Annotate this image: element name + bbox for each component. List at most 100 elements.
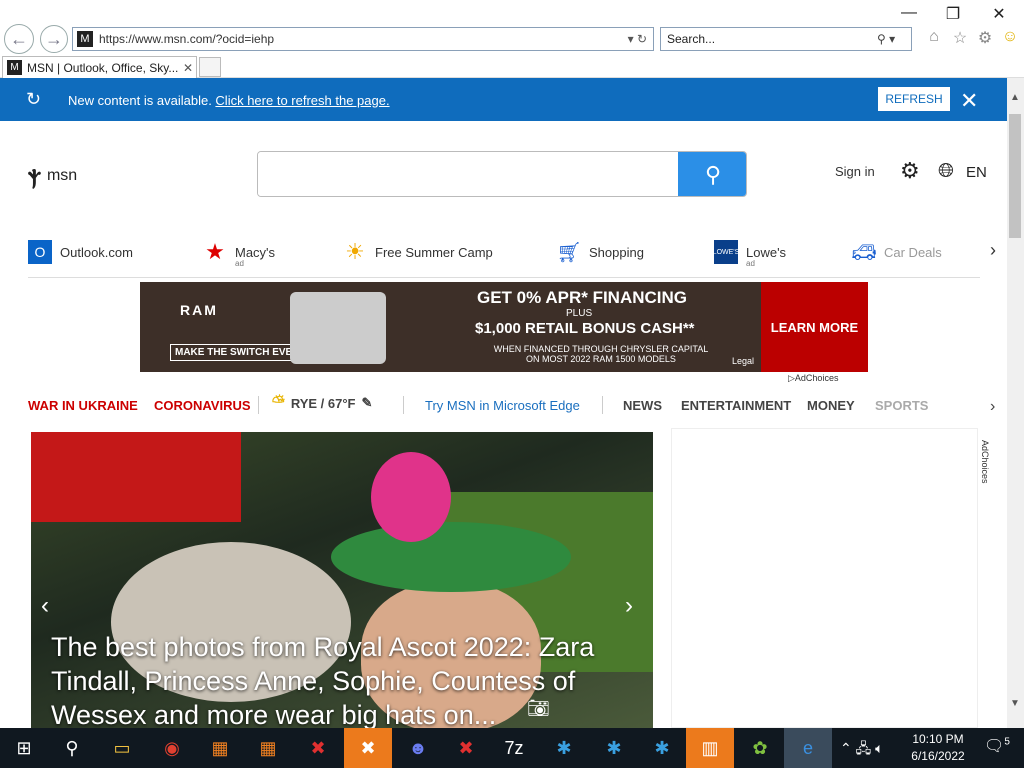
slideshow-next-icon[interactable]: › [625,592,633,620]
quicklink-label: Free Summer Camp [375,244,493,260]
browser-search-input[interactable]: Search... [667,32,877,46]
msn-butterfly-icon: ⲯ [28,162,41,189]
chart-app-icon[interactable]: ▥ [686,728,734,768]
scroll-up-icon[interactable]: ▲ [1010,92,1020,103]
slideshow-prev-icon[interactable]: ‹ [41,592,49,620]
msn-search-input[interactable] [258,152,678,196]
quicklink-shopping[interactable]: 🛒︎ Shopping [556,238,644,266]
clock[interactable]: 10:10 PM 6/16/2022 [896,731,980,765]
forward-button[interactable]: → [40,25,68,53]
quicklink-outlook[interactable]: O Outlook.com [28,238,133,266]
quicklink-macys[interactable]: ★ Macy's ad [203,238,275,268]
shopping-cart-icon: 🛒︎ [556,241,582,264]
sign-in-link[interactable]: Sign in [835,164,875,179]
learn-more-button[interactable]: LEARN MORE [761,282,868,372]
close-tab-icon[interactable]: ✕ [180,61,196,75]
system-tray[interactable]: ⌃ 🖧︎ 🔈︎ [840,738,884,762]
scroll-thumb[interactable] [1009,114,1021,238]
back-button[interactable]: ← [4,24,34,54]
msn-logo[interactable]: ⲯ msn [28,162,77,190]
adchoices-vertical[interactable]: AdChoices [980,440,990,484]
globe-icon[interactable]: 🌐︎ [938,160,954,183]
partly-cloudy-icon: ⛅︎ [272,394,285,411]
topic-entertainment[interactable]: ENTERTAINMENT [681,398,791,413]
browser-search-box[interactable]: Search... ⚲ ▾ [660,27,912,51]
divider [602,396,603,414]
restore-button[interactable]: ❐ [941,4,965,24]
ad-legal[interactable]: Legal [732,356,754,366]
vertical-scrollbar[interactable]: ▲ ▼ [1007,78,1024,728]
minimize-button[interactable]: — [897,4,921,22]
error-app-active-icon[interactable]: ✖ [344,728,392,768]
try-edge-link[interactable]: Try MSN in Microsoft Edge [425,398,580,413]
topic-money[interactable]: MONEY [807,398,855,413]
7zip-icon[interactable]: 7z [490,728,538,768]
ad-label: ad [235,259,244,268]
edit-pencil-icon[interactable]: ✎ [362,395,373,411]
divider [258,396,259,414]
error-app-icon[interactable]: ✖ [294,728,342,768]
tab-msn[interactable]: M MSN | Outlook, Office, Sky... ✕ [2,56,197,78]
topic-sports[interactable]: SPORTS [875,398,928,413]
quicklinks-next-icon[interactable]: › [990,240,996,261]
discord-icon[interactable]: ☻ [394,728,442,768]
truck-image [290,292,386,364]
notification-count: 5 [1004,736,1010,748]
address-tools[interactable]: ▾ ↻ [613,32,653,46]
home-icon[interactable]: ⌂ [924,28,944,48]
topic-coronavirus[interactable]: CORONAVIRUS [154,398,251,413]
file-explorer-icon[interactable]: ▭ [98,728,146,768]
topic-war-in-ukraine[interactable]: WAR IN UKRAINE [28,398,138,413]
new-tab-button[interactable] [199,57,221,77]
chrome-icon[interactable]: ◉ [148,728,196,768]
hero-image-part [31,432,241,522]
quicklink-car-deals[interactable]: 🚙︎ Car Deals [852,238,942,266]
smiley-feedback-icon[interactable]: ☺ [1000,28,1020,48]
app-icon[interactable]: ✿ [736,728,784,768]
refresh-link[interactable]: Click here to refresh the page. [215,93,389,108]
quicklink-lowes[interactable]: LOWE'S Lowe's ad [713,238,787,268]
msn-search-bar[interactable]: ⚲ [257,151,747,197]
msn-search-button[interactable]: ⚲ [678,152,746,196]
close-banner-icon[interactable]: ✕ [960,88,978,114]
msn-settings-gear-icon[interactable]: ⚙ [900,158,920,184]
internet-explorer-icon[interactable]: e [784,728,832,768]
topic-news[interactable]: NEWS [623,398,662,413]
divider [28,277,980,278]
language-selector[interactable]: EN [966,164,987,181]
topics-next-icon[interactable]: › [990,398,995,416]
app-globe-icon[interactable]: ✱ [590,728,638,768]
quicklink-summer-camp[interactable]: ☀ Free Summer Camp [343,238,493,266]
search-icon[interactable]: ⚲ ▾ [877,32,911,46]
dropdown-icon[interactable]: ▾ [628,32,634,46]
close-window-button[interactable]: ✕ [987,4,1011,24]
scroll-down-icon[interactable]: ▼ [1010,698,1020,709]
quicklink-label: Lowe's [746,244,787,260]
app-globe-icon[interactable]: ✱ [638,728,686,768]
msn-favicon-icon: M [77,31,93,47]
taskbar-search-icon[interactable]: ⚲ [48,728,96,768]
address-url[interactable]: https://www.msn.com/?ocid=iehp [99,32,613,46]
ram-ad-banner[interactable]: RAM MAKE THE SWITCH EVENT GET 0% APR* FI… [140,282,868,372]
notifications-icon[interactable]: 🗨︎5 [984,736,1010,756]
right-ad-slot [671,428,978,728]
hero-slideshow[interactable]: ‹ › The best photos from Royal Ascot 202… [31,432,653,728]
lowes-icon: LOWE'S [713,240,739,264]
weather-widget[interactable]: ⛅︎ RYE / 67°F ✎ [272,394,372,412]
divider [403,396,404,414]
settings-gear-icon[interactable]: ⚙ [975,28,995,48]
clock-date: 6/16/2022 [911,749,965,763]
refresh-icon[interactable]: ↻ [637,32,647,46]
app-icon[interactable]: ▦ [196,728,244,768]
ad-label: ad [746,259,755,268]
error-app-icon[interactable]: ✖ [442,728,490,768]
back-arrow-icon: ← [10,28,28,49]
favorites-star-icon[interactable]: ☆ [950,28,970,48]
app-globe-icon[interactable]: ✱ [540,728,588,768]
refresh-button[interactable]: REFRESH [878,87,950,111]
address-bar[interactable]: M https://www.msn.com/?ocid=iehp ▾ ↻ [72,27,654,51]
adchoices-link[interactable]: ▷AdChoices [788,373,838,384]
ad-plus: PLUS [566,308,593,319]
start-windows-icon[interactable]: ⊞ [0,728,48,768]
app-icon[interactable]: ▦ [244,728,292,768]
